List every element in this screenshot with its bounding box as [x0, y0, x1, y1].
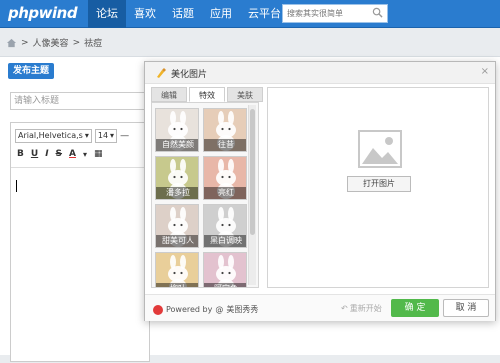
- effect-label: 甜美可人: [156, 235, 198, 247]
- image-preview-area: 打开图片: [267, 87, 489, 288]
- effect-label: 亮红: [204, 187, 246, 199]
- scrollbar-thumb[interactable]: [250, 109, 255, 235]
- dialog-title: 美化图片: [171, 70, 208, 80]
- effect-thumbnail[interactable]: 潘多拉: [155, 156, 199, 200]
- table-icon[interactable]: ▦: [94, 149, 103, 159]
- breadcrumb-separator: >: [72, 37, 81, 48]
- effects-list: 自然美颜往昔潘多拉亮红甜美可人黑白调映柳叶 阿宝色: [151, 102, 259, 288]
- effect-label: 往昔: [204, 139, 246, 151]
- effects-grid: 自然美颜往昔潘多拉亮红甜美可人黑白调映柳叶 阿宝色: [155, 108, 247, 287]
- font-color-button[interactable]: A: [69, 149, 76, 159]
- search-input[interactable]: [283, 5, 369, 22]
- breadcrumb-separator: >: [21, 37, 29, 48]
- title-input[interactable]: 请输入标题: [10, 92, 150, 110]
- breadcrumb-item-acne[interactable]: 祛痘: [84, 36, 102, 49]
- tab-effects[interactable]: 特效: [189, 87, 225, 102]
- open-image-button[interactable]: 打开图片: [347, 176, 411, 192]
- font-family-value: Arial,Helvetica,s: [18, 131, 83, 140]
- powered-by: Powered by @ 美图秀秀: [153, 304, 258, 315]
- search-box: [282, 4, 388, 23]
- undo-icon: ↶: [341, 304, 348, 313]
- dialog-footer: Powered by @ 美图秀秀 ↶ 重新开始 确 定 取 消: [145, 294, 495, 321]
- chevron-down-icon: ▾: [110, 131, 115, 140]
- nav-item-apps[interactable]: 应用: [202, 0, 240, 28]
- chevron-down-icon: ▾: [84, 131, 89, 140]
- bold-button[interactable]: B: [17, 149, 24, 159]
- effect-thumbnail[interactable]: 柳叶: [155, 252, 199, 287]
- effect-label: 柳叶: [156, 283, 198, 287]
- home-icon[interactable]: [6, 38, 17, 48]
- at-meitu-icon: @: [215, 305, 224, 314]
- brush-icon: [157, 68, 166, 78]
- main-nav: 论坛 喜欢 话题 应用 云平台: [88, 0, 289, 28]
- powered-by-text: Powered by: [166, 305, 213, 314]
- reset-label: 重新开始: [349, 304, 382, 313]
- editor-format-toolbar: B U I S A ▾ ▦: [17, 149, 103, 159]
- font-family-select[interactable]: Arial,Helvetica,s ▾: [15, 129, 92, 143]
- effect-thumbnail[interactable]: 往昔: [203, 108, 247, 152]
- site-logo[interactable]: phpwind: [8, 4, 78, 22]
- effect-thumbnail[interactable]: 甜美可人: [155, 204, 199, 248]
- font-size-select[interactable]: 14 ▾: [94, 129, 118, 143]
- highlight-color-icon[interactable]: ▾: [83, 150, 87, 159]
- meitu-logo-icon: [153, 304, 163, 315]
- effect-thumbnail[interactable]: 阿宝色: [203, 252, 247, 287]
- top-navigation-bar: phpwind 论坛 喜欢 话题 应用 云平台: [0, 0, 500, 28]
- confirm-button[interactable]: 确 定: [391, 299, 439, 317]
- beautify-image-dialog: 美化图片 × 编辑 特效 美肤 自然美颜往昔潘多拉亮红甜美可人黑白调映柳叶 阿宝色…: [144, 61, 496, 321]
- effect-label: 自然美颜: [156, 139, 198, 151]
- text-cursor: [16, 180, 17, 192]
- rich-text-editor: Arial,Helvetica,s ▾ 14 ▾ — B U I S A ▾ ▦: [10, 122, 150, 362]
- breadcrumb-item-portrait[interactable]: 人像美容: [33, 36, 69, 49]
- image-placeholder-icon: [358, 130, 402, 168]
- effect-label: 阿宝色: [204, 283, 246, 287]
- effect-thumbnail[interactable]: 黑白调映: [203, 204, 247, 248]
- effect-thumbnail[interactable]: 自然美颜: [155, 108, 199, 152]
- font-size-value: 14: [97, 131, 109, 140]
- publish-topic-button[interactable]: 发布主题: [8, 63, 55, 79]
- horizontal-rule-icon[interactable]: —: [120, 131, 129, 141]
- close-icon[interactable]: ×: [481, 66, 489, 77]
- nav-item-likes[interactable]: 喜欢: [126, 0, 164, 28]
- strikethrough-button[interactable]: S: [56, 149, 62, 159]
- effect-label: 黑白调映: [204, 235, 246, 247]
- reset-button[interactable]: ↶ 重新开始: [341, 303, 382, 314]
- tab-edit[interactable]: 编辑: [151, 87, 187, 102]
- effects-scrollbar[interactable]: [248, 105, 256, 285]
- search-icon[interactable]: [372, 7, 383, 18]
- editor-font-toolbar: Arial,Helvetica,s ▾ 14 ▾ —: [15, 129, 129, 143]
- nav-item-forum[interactable]: 论坛: [88, 0, 126, 28]
- powered-brand[interactable]: 美图秀秀: [226, 304, 258, 315]
- cancel-button[interactable]: 取 消: [443, 299, 489, 317]
- dialog-tabs: 编辑 特效 美肤: [151, 87, 265, 102]
- breadcrumb: > 人像美容 > 祛痘: [6, 36, 102, 49]
- dialog-header: 美化图片 ×: [145, 62, 495, 84]
- effect-thumbnail[interactable]: 亮红: [203, 156, 247, 200]
- underline-button[interactable]: U: [31, 149, 38, 159]
- editor-content-area[interactable]: [11, 167, 149, 363]
- effect-label: 潘多拉: [156, 187, 198, 199]
- italic-button[interactable]: I: [45, 149, 48, 159]
- nav-item-topics[interactable]: 话题: [164, 0, 202, 28]
- tab-skin[interactable]: 美肤: [227, 87, 263, 102]
